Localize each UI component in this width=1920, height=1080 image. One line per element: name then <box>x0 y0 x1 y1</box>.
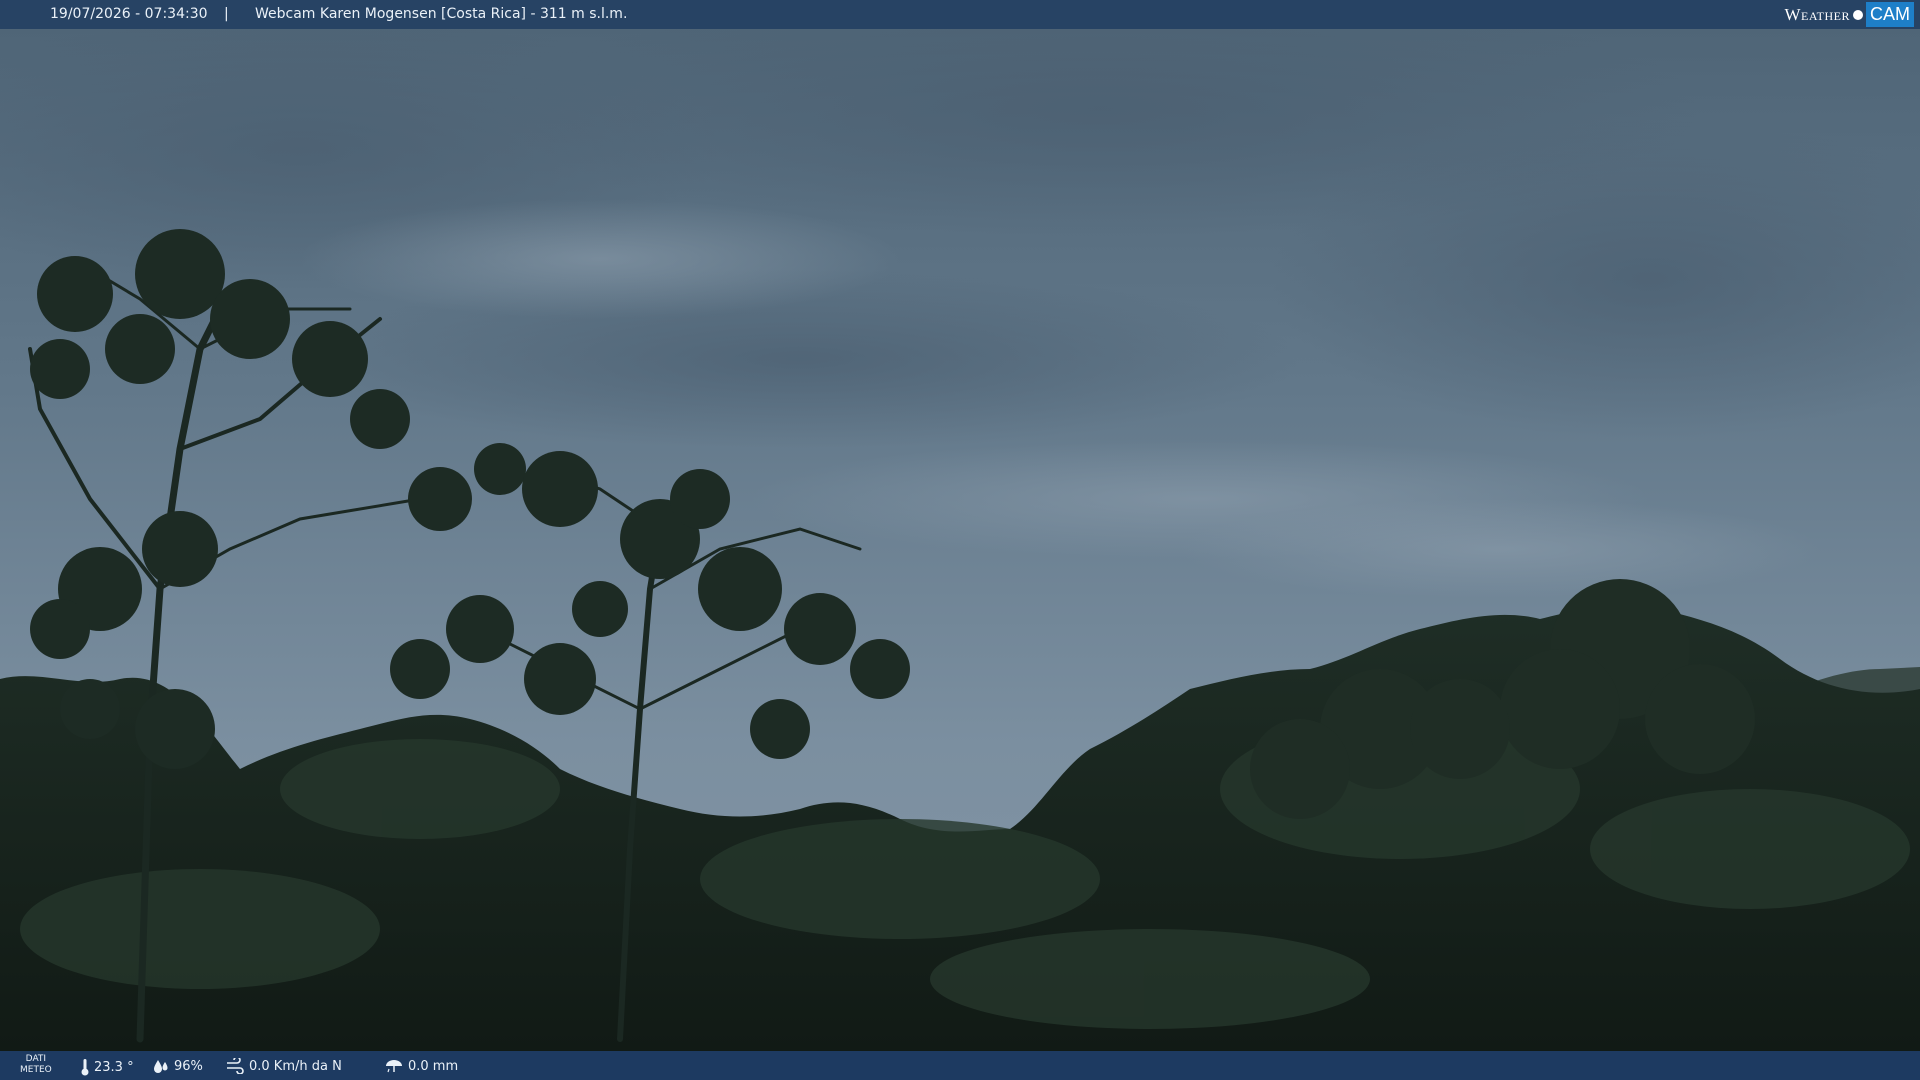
weathercam-logo: Weather CAM <box>1784 0 1920 29</box>
wind-reading: 0.0 Km/h da N <box>225 1058 342 1074</box>
temperature-reading: 23.3 ° <box>80 1058 134 1076</box>
wind-value: 0.0 Km/h da N <box>249 1058 342 1074</box>
webcam-scene <box>0 29 1920 1051</box>
datetime-stamp: 19/07/2026 - 07:34:30 <box>50 6 208 22</box>
rain-reading: 0.0 mm <box>384 1058 458 1074</box>
logo-weather-text: Weather <box>1784 4 1850 24</box>
humidity-reading: 96% <box>152 1058 203 1074</box>
logo-dot-icon <box>1853 9 1863 20</box>
rain-icon <box>386 1060 402 1073</box>
webcam-title: Webcam Karen Mogensen [Costa Rica] - 311… <box>255 6 628 22</box>
top-info-bar: 19/07/2026 - 07:34:30 | Webcam Karen Mog… <box>0 0 1920 29</box>
thermometer-icon <box>81 1059 89 1076</box>
temperature-value: 23.3 ° <box>94 1059 134 1075</box>
header-separator: | <box>224 6 229 22</box>
droplets-icon <box>154 1060 168 1073</box>
logo-cam-text: CAM <box>1866 2 1914 27</box>
rain-value: 0.0 mm <box>408 1058 459 1074</box>
weather-data-label: DATI METEO <box>20 1054 52 1075</box>
weather-data-bar: DATI METEO 23.3 ° 96% 0.0 Km/h da N 0.0 … <box>0 1051 1920 1080</box>
humidity-value: 96% <box>174 1058 203 1074</box>
wind-icon <box>227 1058 244 1074</box>
